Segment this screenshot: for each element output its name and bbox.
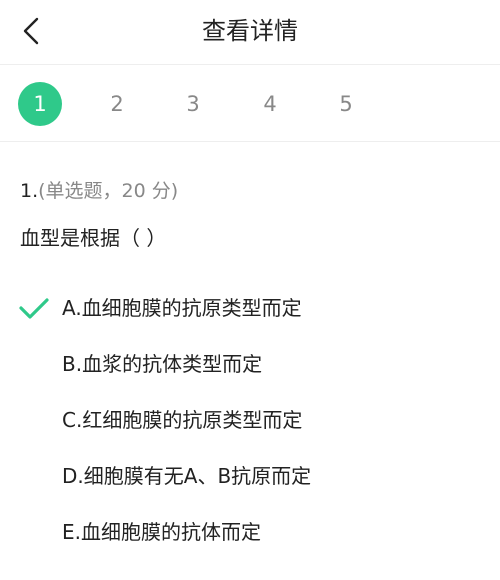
option-a[interactable]: A.血细胞膜的抗原类型而定	[0, 286, 500, 330]
option-label: B.血浆的抗体类型而定	[62, 352, 263, 376]
question-number: 1.	[20, 180, 39, 202]
top-bar: 查看详情	[0, 0, 500, 65]
page-item-4[interactable]: 4	[248, 82, 292, 126]
page-item-5[interactable]: 5	[324, 82, 368, 126]
option-label: A.血细胞膜的抗原类型而定	[62, 296, 302, 320]
option-e[interactable]: E.血细胞膜的抗体而定	[0, 510, 500, 554]
check-icon	[19, 298, 49, 319]
question-text: 血型是根据（ ）	[20, 226, 167, 250]
page-item-2[interactable]: 2	[95, 82, 139, 126]
option-label: C.红细胞膜的抗原类型而定	[62, 408, 303, 432]
question-type-info: (单选题，20 分)	[38, 180, 179, 202]
option-b[interactable]: B.血浆的抗体类型而定	[0, 342, 500, 386]
option-d[interactable]: D.细胞膜有无A、B抗原而定	[0, 454, 500, 498]
option-label: D.细胞膜有无A、B抗原而定	[62, 464, 312, 488]
option-label: E.血细胞膜的抗体而定	[62, 520, 261, 544]
page-item-3[interactable]: 3	[171, 82, 215, 126]
page-title: 查看详情	[202, 17, 298, 45]
option-c[interactable]: C.红细胞膜的抗原类型而定	[0, 398, 500, 442]
question-meta: 1.(单选题，20 分)	[20, 178, 178, 204]
page-item-1[interactable]: 1	[18, 82, 62, 126]
